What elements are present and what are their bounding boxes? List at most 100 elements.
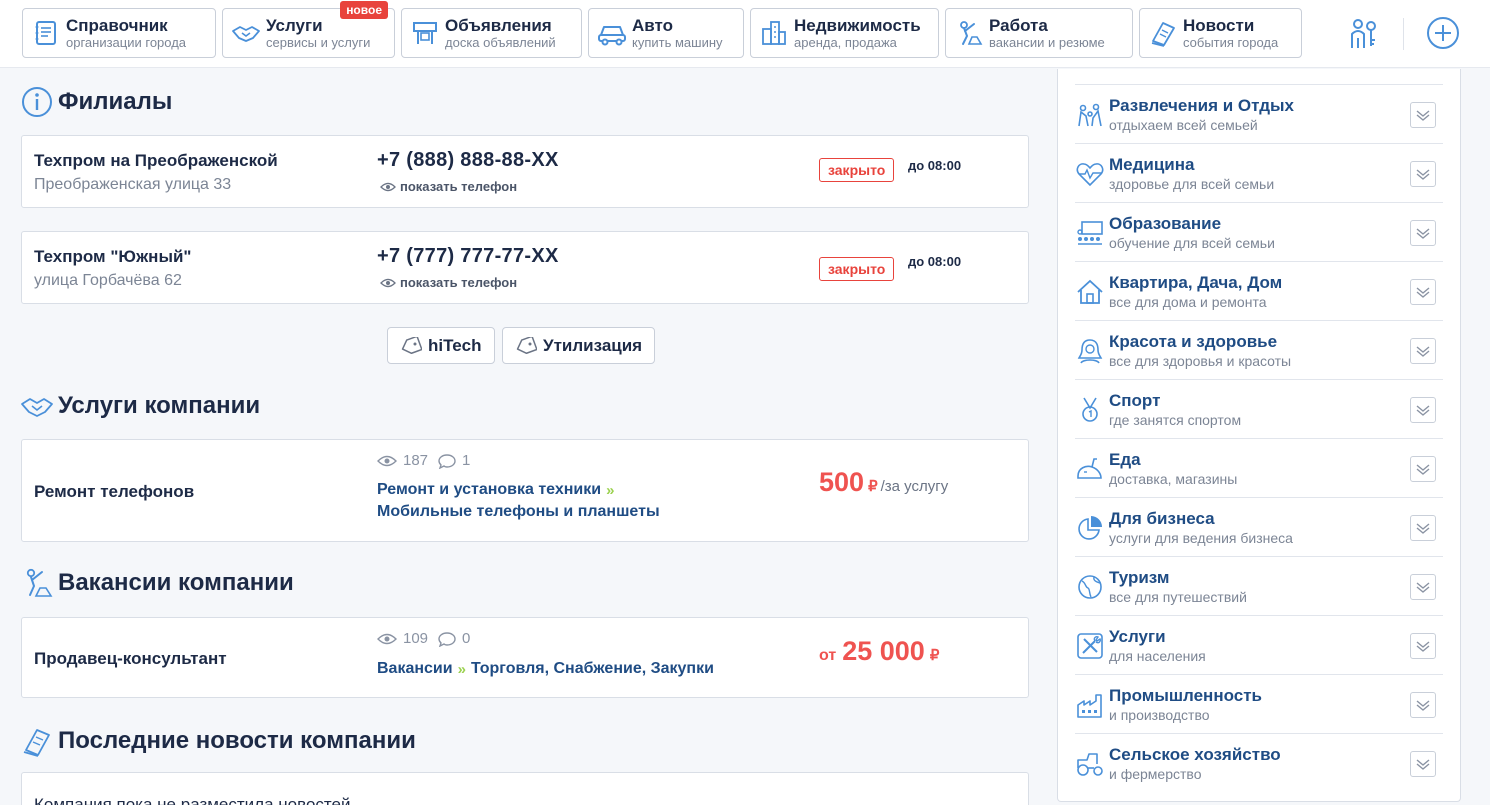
chevron-down-icon[interactable] bbox=[1410, 338, 1436, 364]
price-unit: /за услугу bbox=[880, 478, 949, 495]
sidebar-item-title: Образование bbox=[1109, 214, 1222, 233]
chevron-down-icon[interactable] bbox=[1410, 574, 1436, 600]
sidebar-item-industry[interactable]: Промышленность и производство bbox=[1075, 675, 1443, 734]
add-plus-icon[interactable] bbox=[1426, 15, 1460, 51]
service-name[interactable]: Ремонт телефонов bbox=[34, 482, 194, 502]
chevron-down-icon[interactable] bbox=[1410, 456, 1436, 482]
chevron-down-icon[interactable] bbox=[1410, 515, 1436, 541]
nav-title: Авто bbox=[632, 16, 673, 35]
sidebar-item-medicine[interactable]: Медицина здоровье для всей семьи bbox=[1075, 144, 1443, 203]
vacancies-heading: Вакансии компании bbox=[20, 566, 294, 600]
category-sidebar: Развлечения и Отдых отдыхаем всей семьей… bbox=[1057, 69, 1461, 802]
news-heading: Последние новости компании bbox=[20, 724, 416, 758]
nav-title: Недвижимость bbox=[794, 16, 921, 35]
sidebar-item-education[interactable]: Образование обучение для всей семьи bbox=[1075, 203, 1443, 262]
chevron-down-icon[interactable] bbox=[1410, 692, 1436, 718]
branches-heading: Филиалы bbox=[20, 85, 172, 119]
tag-icon bbox=[401, 336, 422, 354]
branch-phone: +7 (888) 888-88-XX bbox=[377, 149, 559, 171]
sidebar-item-title: Спорт bbox=[1109, 391, 1161, 410]
status-badge: закрыто bbox=[819, 158, 895, 182]
info-icon bbox=[20, 85, 54, 119]
sidebar-item-subtitle: все для дома и ремонта bbox=[1109, 294, 1267, 310]
pie-chart-icon bbox=[1075, 513, 1105, 543]
chevron-down-icon[interactable] bbox=[1410, 102, 1436, 128]
sidebar-item-title: Красота и здоровье bbox=[1109, 332, 1278, 351]
newspaper-icon bbox=[1148, 18, 1178, 48]
nav-jobs-button[interactable]: Работа вакансии и резюме bbox=[945, 8, 1133, 58]
nav-realty-button[interactable]: Недвижимость аренда, продажа bbox=[750, 8, 939, 58]
sidebar-item-subtitle: и фермерство bbox=[1109, 766, 1202, 782]
sidebar-divider bbox=[1075, 69, 1443, 85]
breadcrumb-arrow-icon: » bbox=[606, 481, 615, 499]
sidebar-item-services[interactable]: Услуги для населения bbox=[1075, 616, 1443, 675]
buildings-icon bbox=[759, 18, 789, 48]
vacancy-category-link[interactable]: Вакансии bbox=[377, 660, 453, 678]
sidebar-item-title: Еда bbox=[1109, 450, 1141, 469]
comments-count: 0 bbox=[462, 630, 471, 647]
comment-icon bbox=[438, 631, 456, 647]
branches-title: Филиалы bbox=[58, 88, 173, 115]
branch-address: Преображенская улица 33 bbox=[34, 176, 232, 193]
globe-icon bbox=[1075, 572, 1105, 602]
branch-name[interactable]: Техпром на Преображенской bbox=[34, 151, 278, 171]
sidebar-item-home[interactable]: Квартира, Дача, Дом все для дома и ремон… bbox=[1075, 262, 1443, 321]
ruble-sign: ₽ bbox=[868, 478, 878, 495]
chevron-down-icon[interactable] bbox=[1410, 633, 1436, 659]
nav-directory-button[interactable]: Справочник организации города bbox=[22, 8, 216, 58]
chevron-down-icon[interactable] bbox=[1410, 397, 1436, 423]
vacancy-card: Продавец-консультант 109 0 Вакансии » То… bbox=[21, 617, 1029, 698]
service-category-link[interactable]: Ремонт и установка техники bbox=[377, 481, 601, 499]
sidebar-item-entertainment[interactable]: Развлечения и Отдых отдыхаем всей семьей bbox=[1075, 85, 1443, 144]
sidebar-item-sport[interactable]: Спорт где занятся спортом bbox=[1075, 380, 1443, 439]
vacancy-name[interactable]: Продавец-консультант bbox=[34, 649, 227, 669]
worker-icon bbox=[954, 18, 984, 48]
user-login-icon[interactable] bbox=[1346, 15, 1380, 51]
nav-services-button[interactable]: Услуги сервисы и услуги новое bbox=[222, 1, 395, 58]
show-phone-link[interactable]: показать телефон bbox=[380, 275, 517, 290]
tag-hitech[interactable]: hiTech bbox=[387, 327, 495, 364]
nav-title: Работа bbox=[989, 16, 1048, 35]
nav-ads-button[interactable]: Объявления доска объявлений bbox=[401, 8, 582, 58]
nav-auto-button[interactable]: Авто купить машину bbox=[588, 8, 744, 58]
sidebar-item-title: Промышленность bbox=[1109, 686, 1262, 705]
chevron-down-icon[interactable] bbox=[1410, 161, 1436, 187]
vacancy-salary: от 25 000 ₽ bbox=[819, 636, 939, 667]
food-icon bbox=[1075, 454, 1105, 484]
eye-icon bbox=[380, 278, 396, 287]
service-subcategory-path: Мобильные телефоны и планшеты bbox=[377, 503, 660, 521]
show-phone-link[interactable]: показать телефон bbox=[380, 179, 517, 194]
branch-name[interactable]: Техпром "Южный" bbox=[34, 247, 191, 267]
sidebar-item-subtitle: где занятся спортом bbox=[1109, 412, 1242, 428]
new-badge: новое bbox=[340, 1, 388, 19]
chevron-down-icon[interactable] bbox=[1410, 220, 1436, 246]
sidebar-item-subtitle: отдыхаем всей семьей bbox=[1109, 117, 1258, 133]
nav-title: Новости bbox=[1183, 16, 1255, 35]
sidebar-item-title: Развлечения и Отдых bbox=[1109, 96, 1295, 115]
views-count: 109 bbox=[403, 630, 429, 647]
chevron-down-icon[interactable] bbox=[1410, 279, 1436, 305]
sidebar-item-title: Туризм bbox=[1109, 568, 1170, 587]
nav-subtitle: сервисы и услуги bbox=[266, 35, 371, 50]
chevron-down-icon[interactable] bbox=[1410, 751, 1436, 777]
service-subcategory-link[interactable]: Мобильные телефоны и планшеты bbox=[377, 503, 660, 521]
sidebar-item-subtitle: все для путешествий bbox=[1109, 589, 1247, 605]
nav-news-button[interactable]: Новости события города bbox=[1139, 8, 1302, 58]
sidebar-item-beauty[interactable]: Красота и здоровье все для здоровья и кр… bbox=[1075, 321, 1443, 380]
vacancy-subcategory-link[interactable]: Торговля, Снабжение, Закупки bbox=[471, 660, 714, 678]
tag-label: hiTech bbox=[428, 335, 482, 355]
vacancy-category-path: Вакансии » Торговля, Снабжение, Закупки bbox=[377, 660, 714, 678]
worker-icon bbox=[20, 566, 54, 600]
nav-subtitle: доска объявлений bbox=[445, 35, 556, 50]
eye-icon bbox=[377, 633, 397, 644]
sidebar-item-business[interactable]: Для бизнеса услуги для ведения бизнеса bbox=[1075, 498, 1443, 557]
top-navigation: Справочник организации города Услуги серви… bbox=[0, 0, 1490, 68]
sidebar-item-tourism[interactable]: Туризм все для путешествий bbox=[1075, 557, 1443, 616]
sidebar-item-food[interactable]: Еда доставка, магазины bbox=[1075, 439, 1443, 498]
tag-recycling[interactable]: Утилизация bbox=[502, 327, 656, 364]
sidebar-item-agriculture[interactable]: Сельское хозяйство и фермерство bbox=[1075, 734, 1443, 793]
nav-divider bbox=[1403, 18, 1404, 50]
sidebar-item-subtitle: здоровье для всей семьи bbox=[1109, 176, 1275, 192]
car-icon bbox=[597, 18, 627, 48]
ruble-sign: ₽ bbox=[929, 647, 940, 664]
